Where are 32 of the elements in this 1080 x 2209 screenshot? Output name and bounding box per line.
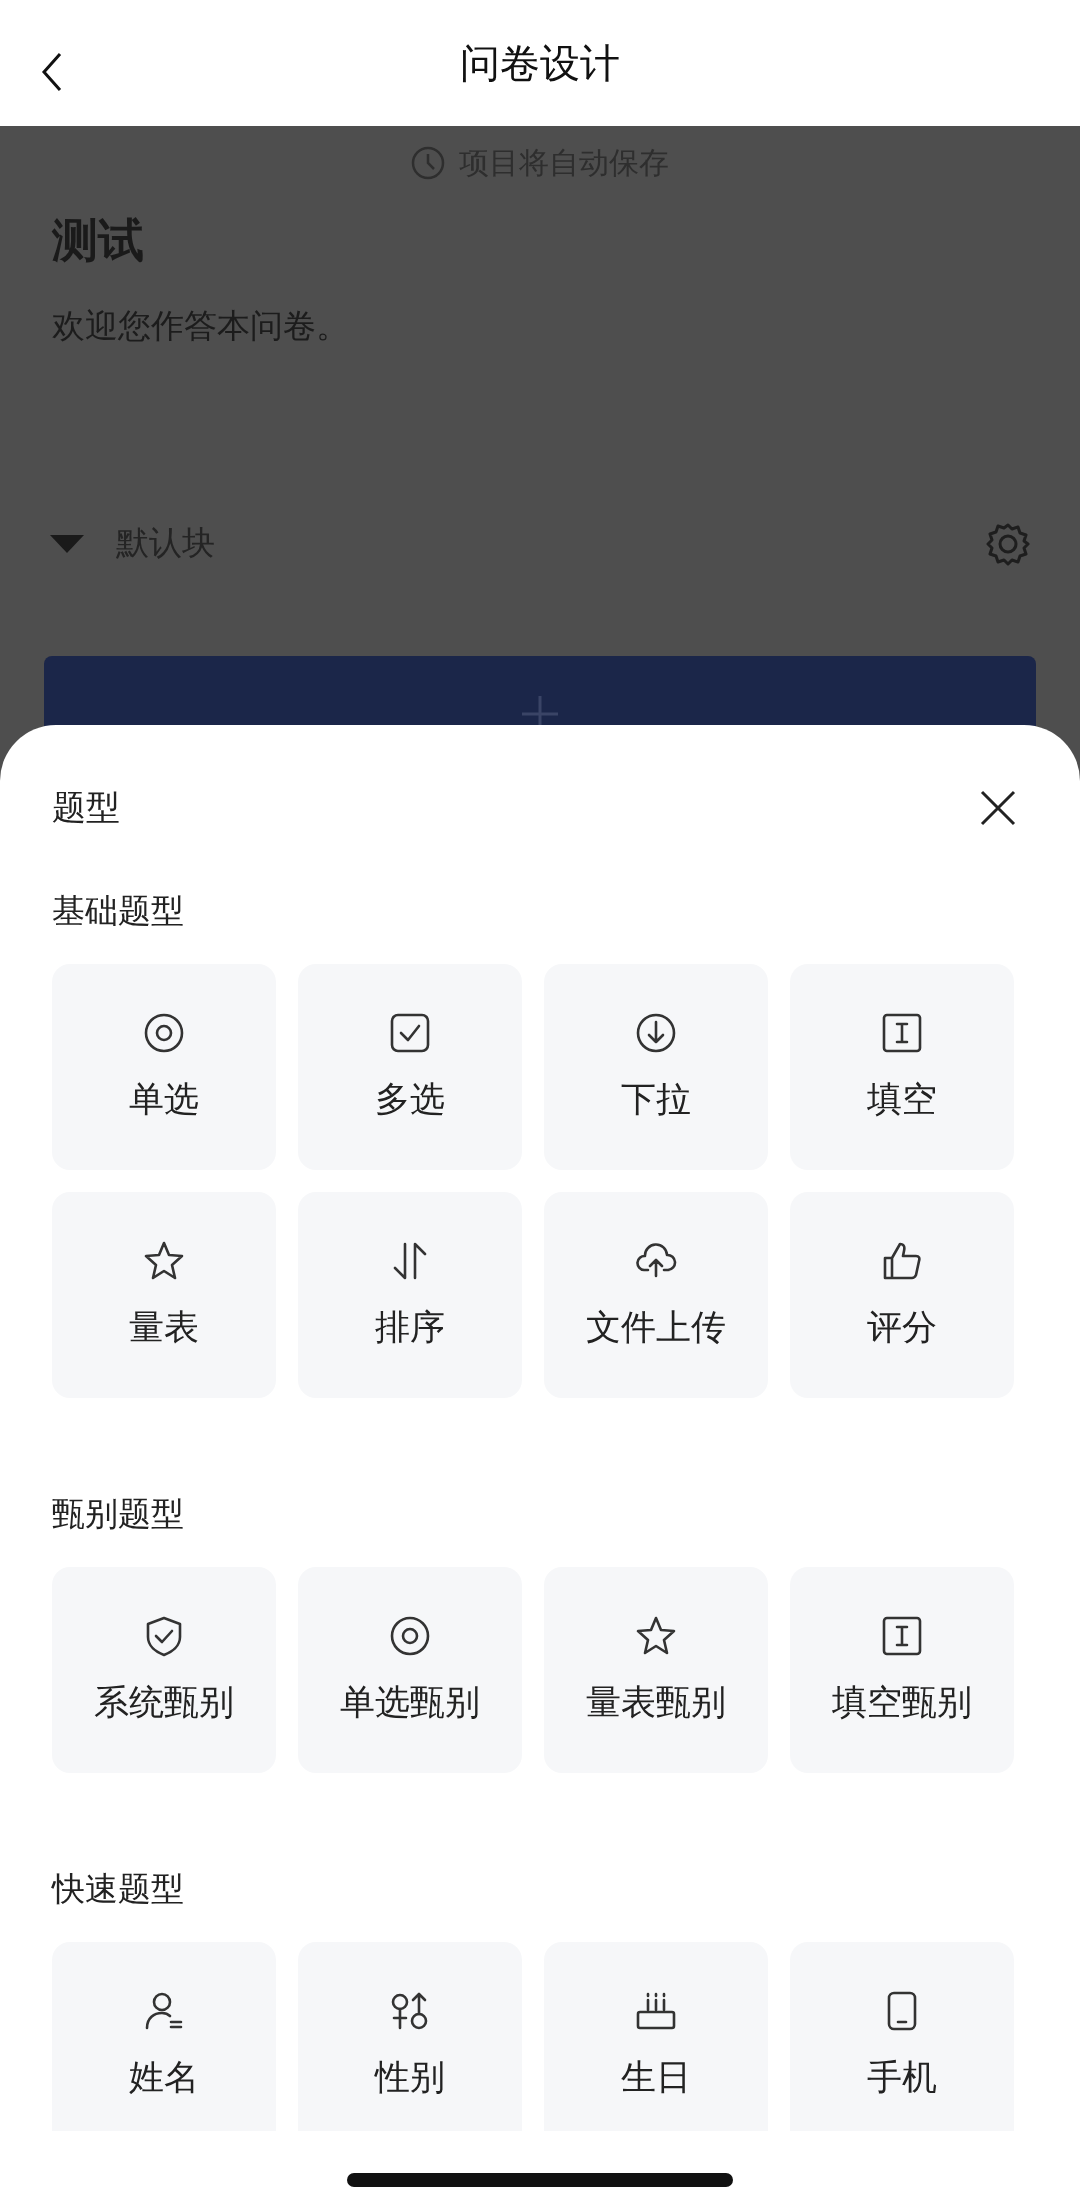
question-type-tile[interactable]: 系统甄别 [52,1567,276,1773]
close-icon[interactable] [980,790,1016,826]
text-icon [881,1011,923,1054]
question-type-tile[interactable]: 性别 [298,1942,522,2131]
question-type-tile[interactable]: 单选甄别 [298,1567,522,1773]
question-type-tile[interactable]: 文件上传 [544,1192,768,1398]
radio-icon [389,1614,431,1657]
question-type-tile[interactable]: 单选 [52,964,276,1170]
radio-icon [143,1011,185,1054]
question-type-tile[interactable]: 多选 [298,964,522,1170]
dropdown-icon [635,1011,677,1054]
checkbox-icon [389,1011,431,1054]
question-type-tile[interactable]: 姓名 [52,1942,276,2131]
sheet-title: 题型 [52,786,120,829]
question-type-tile[interactable]: 评分 [790,1192,1014,1398]
question-type-tile[interactable]: 量表甄别 [544,1567,768,1773]
question-type-tile[interactable]: 手机 [790,1942,1014,2131]
clock-icon [411,146,445,180]
question-type-tile[interactable]: 量表 [52,1192,276,1398]
question-type-tile[interactable]: 填空 [790,964,1014,1170]
question-type-tile[interactable]: 填空甄别 [790,1567,1014,1773]
question-type-tile[interactable]: 下拉 [544,964,768,1170]
section-heading: 快速题型 [52,1868,185,1910]
question-type-tile[interactable]: 生日 [544,1942,768,2131]
page-title: 问卷设计 [460,38,620,88]
question-type-tile[interactable]: 排序 [298,1192,522,1398]
back-icon[interactable] [40,52,64,92]
section-heading: 基础题型 [52,890,185,932]
star-icon [635,1614,677,1657]
text-icon [881,1614,923,1657]
section-heading: 甄别题型 [52,1493,185,1535]
star-icon [143,1239,185,1282]
